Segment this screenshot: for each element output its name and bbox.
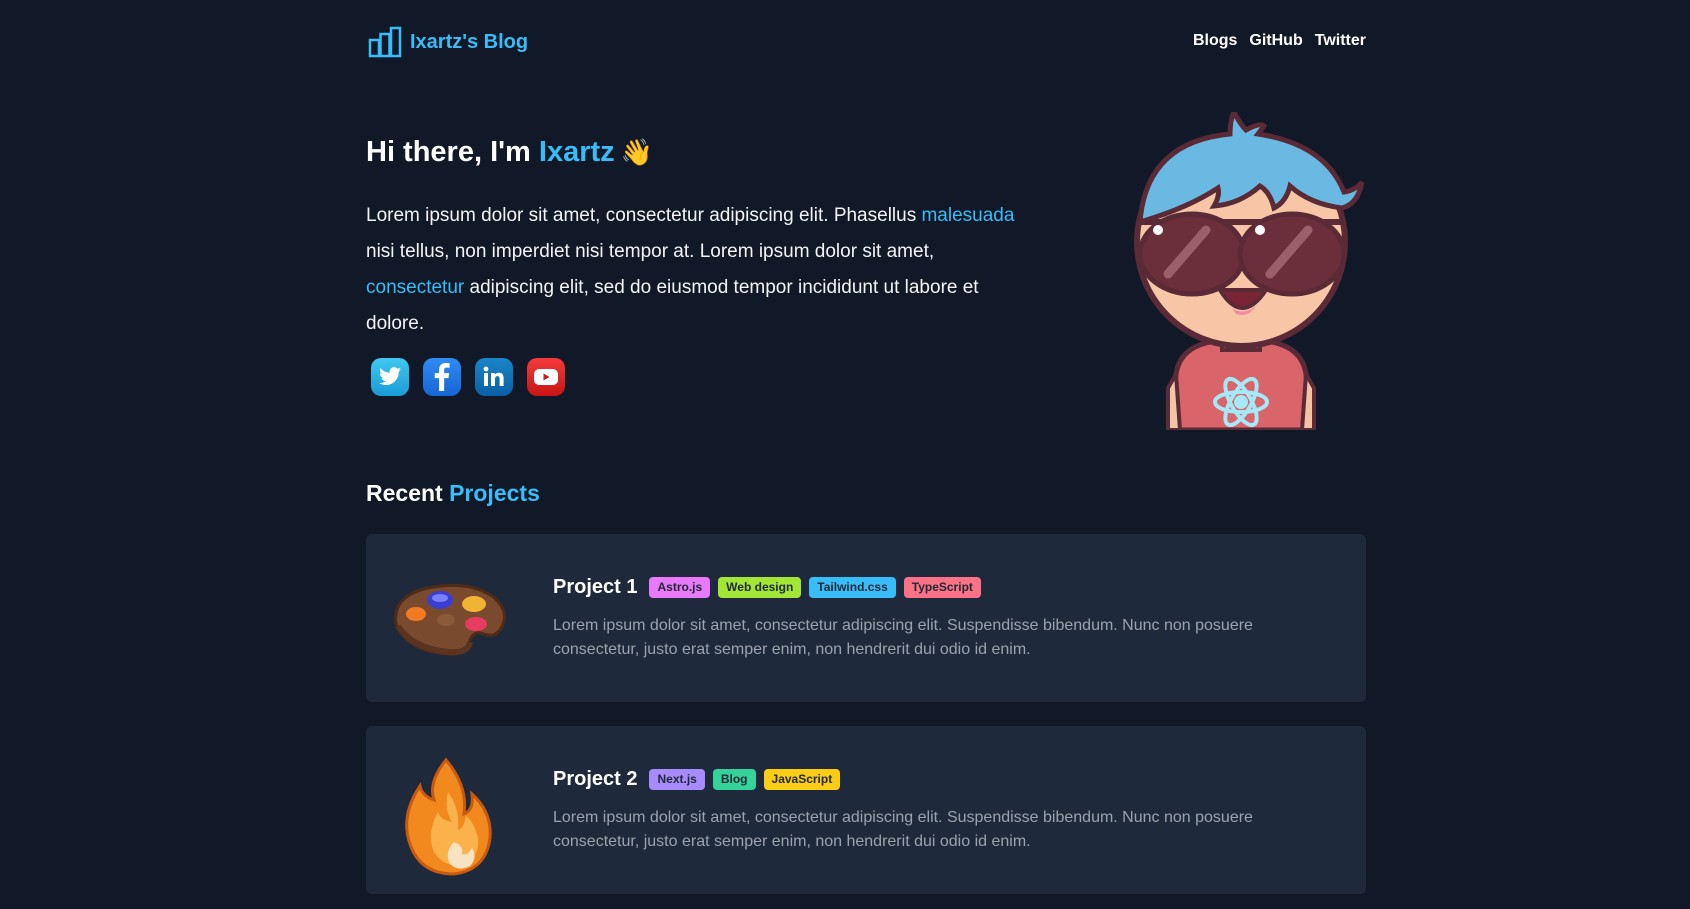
tag-tailwind: Tailwind.css <box>809 576 896 599</box>
tag-javascript: JavaScript <box>763 768 841 791</box>
nav-link-github[interactable]: GitHub <box>1249 32 1302 50</box>
project-1-description: Lorem ipsum dolor sit amet, consectetur … <box>553 617 1253 658</box>
nav-link-blogs[interactable]: Blogs <box>1193 32 1237 50</box>
linkedin-icon <box>483 366 504 386</box>
twitter-link[interactable] <box>371 358 409 396</box>
project-card-1[interactable]: Project 1 Astro.js Web design Tailwind.c… <box>366 534 1366 702</box>
twitter-icon <box>379 367 401 385</box>
tag-blog: Blog <box>712 768 756 791</box>
project-1-title[interactable]: Project 1 <box>553 576 637 599</box>
paint-palette-icon <box>388 564 512 672</box>
recent-projects-title: Recent Projects <box>366 480 540 507</box>
youtube-icon <box>534 369 558 385</box>
hero-link-malesuada[interactable]: malesuada <box>921 205 1014 226</box>
site-header: Ixartz's Blog Blogs GitHub Twitter <box>366 24 1366 60</box>
hero-description: Lorem ipsum dolor sit amet, consectetur … <box>366 198 1016 342</box>
youtube-link[interactable] <box>527 358 565 396</box>
social-links <box>371 358 565 396</box>
page-container: Ixartz's Blog Blogs GitHub Twitter Hi th… <box>366 0 1366 909</box>
hero-title: Hi there, I'm Ixartz 👋 <box>366 136 653 169</box>
main-nav: Blogs GitHub Twitter <box>1193 32 1366 50</box>
hero-text-part-1: Lorem ipsum dolor sit amet, consectetur … <box>366 205 922 226</box>
nav-link-twitter[interactable]: Twitter <box>1315 32 1366 50</box>
fire-icon <box>388 756 512 876</box>
hero-title-prefix: Hi there, I'm <box>366 136 539 168</box>
bar-chart-icon <box>368 26 402 58</box>
hero-title-name: Ixartz <box>538 136 615 168</box>
section-title-prefix: Recent <box>366 480 450 506</box>
facebook-link[interactable] <box>423 358 461 396</box>
section-title-accent: Projects <box>449 480 540 506</box>
tag-astro: Astro.js <box>649 576 711 599</box>
facebook-icon <box>434 363 450 391</box>
project-2-description: Lorem ipsum dolor sit amet, consectetur … <box>553 809 1253 850</box>
project-2-header: Project 2 Next.js Blog JavaScript <box>553 768 841 791</box>
avatar-illustration <box>1110 112 1372 430</box>
waving-hand-icon: 👋 <box>620 137 654 167</box>
project-2-title[interactable]: Project 2 <box>553 768 637 791</box>
logo-link[interactable]: Ixartz's Blog <box>368 26 528 58</box>
tag-web-design: Web design <box>718 576 802 599</box>
linkedin-link[interactable] <box>475 358 513 396</box>
hero-text-part-2: nisi tellus, non imperdiet nisi tempor a… <box>366 241 935 262</box>
tag-nextjs: Next.js <box>649 768 705 791</box>
project-1-header: Project 1 Astro.js Web design Tailwind.c… <box>553 576 981 599</box>
hero-link-consectetur[interactable]: consectetur <box>366 277 464 298</box>
tag-typescript: TypeScript <box>903 576 981 599</box>
logo-text: Ixartz's Blog <box>410 30 529 53</box>
project-card-2[interactable]: Project 2 Next.js Blog JavaScript Lorem … <box>366 726 1366 894</box>
